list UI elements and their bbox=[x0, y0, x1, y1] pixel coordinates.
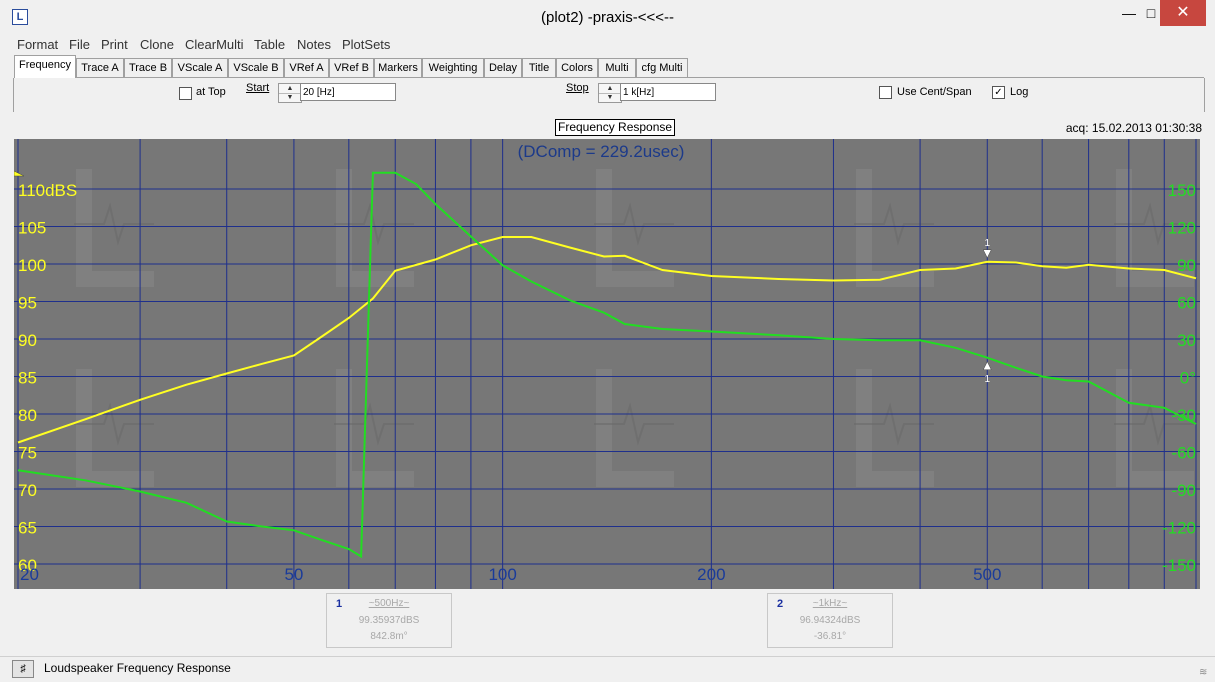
tab-trace-b[interactable]: Trace B bbox=[124, 58, 172, 77]
at-top-label: at Top bbox=[196, 86, 226, 98]
window-title: (plot2) -praxis-<<<-- bbox=[541, 9, 674, 26]
readout-level: 99.35937dBS bbox=[358, 615, 420, 626]
y-left-tick-label: 70 bbox=[18, 481, 37, 500]
y-right-tick-label: 150 bbox=[1168, 181, 1196, 200]
readout-phase: -36.81° bbox=[813, 631, 847, 642]
spin-down-icon[interactable]: ▼ bbox=[599, 93, 621, 102]
y-left-tick-label: 110dBS bbox=[18, 181, 77, 200]
log-checkbox[interactable]: ✓ bbox=[992, 86, 1005, 99]
y-right-tick-label: 120 bbox=[1168, 219, 1196, 238]
tab-vref-b[interactable]: VRef B bbox=[329, 58, 374, 77]
tab-frequency[interactable]: Frequency bbox=[14, 55, 76, 78]
marker-label: 1 bbox=[984, 238, 990, 249]
status-bar: ♯ Loudspeaker Frequency Response ≋ bbox=[0, 656, 1215, 682]
tab-vref-a[interactable]: VRef A bbox=[284, 58, 329, 77]
y-right-tick-label: -90 bbox=[1171, 481, 1196, 500]
plot-title: Frequency Response bbox=[555, 119, 676, 136]
tab-markers[interactable]: Markers bbox=[374, 58, 422, 77]
menu-table[interactable]: Table bbox=[254, 37, 285, 52]
readout-level: 96.94324dBS bbox=[799, 615, 861, 626]
start-label: Start bbox=[246, 82, 270, 94]
stop-spinner[interactable]: ▲ ▼ bbox=[598, 83, 622, 103]
tab-title[interactable]: Title bbox=[522, 58, 556, 77]
y-left-tick-label: 85 bbox=[18, 369, 37, 388]
status-text: Loudspeaker Frequency Response bbox=[44, 661, 231, 675]
use-cent-span-label: Use Cent/Span bbox=[897, 86, 972, 98]
start-spinner[interactable]: ▲ ▼ bbox=[278, 83, 302, 103]
tab-bar: Frequency Trace A Trace B VScale A VScal… bbox=[14, 55, 1204, 78]
marker-readout-1: 1 ~500Hz~ 99.35937dBS 842.8m° bbox=[326, 593, 452, 648]
marker-readout-2: 2 ~1kHz~ 96.94324dBS -36.81° bbox=[767, 593, 893, 648]
plot-canvas[interactable]: 11 110dBS1051009590858075706560150120906… bbox=[13, 139, 1200, 589]
close-button[interactable]: ✕ bbox=[1160, 0, 1206, 26]
x-tick-label: 20 bbox=[20, 565, 39, 584]
y-right-tick-label: 0° bbox=[1180, 369, 1196, 388]
readout-frequency[interactable]: ~500Hz~ bbox=[327, 598, 451, 609]
readout-frequency[interactable]: ~1kHz~ bbox=[768, 598, 892, 609]
y-right-tick-label: -150 bbox=[1162, 556, 1196, 575]
menu-print[interactable]: Print bbox=[101, 37, 128, 52]
y-right-tick-label: -60 bbox=[1171, 444, 1196, 463]
tab-vscale-b[interactable]: VScale B bbox=[228, 58, 284, 77]
frequency-response-plot[interactable]: 11 110dBS 105 100 95 90 85 80 75 70 65 60 150 120 90 6… bbox=[13, 139, 1200, 589]
start-frequency-input[interactable] bbox=[300, 83, 396, 101]
acquisition-timestamp: acq: 15.02.2013 01:30:38 bbox=[1065, 121, 1202, 135]
use-cent-span-checkbox[interactable] bbox=[879, 86, 892, 99]
log-label: Log bbox=[1010, 86, 1029, 98]
y-left-tick-label: 75 bbox=[18, 444, 37, 463]
menu-clone[interactable]: Clone bbox=[140, 37, 174, 52]
delay-compensation-label: (DComp = 229.2usec) bbox=[518, 142, 685, 161]
menu-notes[interactable]: Notes bbox=[297, 37, 331, 52]
y-right-tick-label: -30 bbox=[1171, 406, 1196, 425]
spin-down-icon[interactable]: ▼ bbox=[279, 93, 301, 102]
tab-colors[interactable]: Colors bbox=[556, 58, 598, 77]
menu-format[interactable]: Format bbox=[17, 37, 58, 52]
y-left-tick-label: 100 bbox=[18, 256, 46, 275]
y-right-tick-label: -120 bbox=[1162, 519, 1196, 538]
y-left-tick-label: 65 bbox=[18, 519, 37, 538]
menu-plotsets[interactable]: PlotSets bbox=[342, 37, 390, 52]
tab-trace-a[interactable]: Trace A bbox=[76, 58, 124, 77]
y-right-tick-label: 60 bbox=[1177, 294, 1196, 313]
menu-bar: Format File Print Clone ClearMulti Table… bbox=[0, 34, 1215, 54]
y-right-tick-label: 30 bbox=[1177, 331, 1196, 350]
at-top-checkbox[interactable] bbox=[179, 87, 192, 100]
y-left-tick-label: 80 bbox=[18, 406, 37, 425]
resize-grip-icon[interactable]: ≋ bbox=[1199, 667, 1211, 679]
x-tick-label: 100 bbox=[488, 565, 516, 584]
menu-clearmulti[interactable]: ClearMulti bbox=[185, 37, 244, 52]
y-right-tick-label: 90 bbox=[1177, 256, 1196, 275]
title-bar: L (plot2) -praxis-<<<-- — □ ✕ bbox=[0, 0, 1215, 34]
speaker-icon[interactable]: ♯ bbox=[12, 660, 34, 678]
tab-vscale-a[interactable]: VScale A bbox=[172, 58, 228, 77]
x-tick-label: 200 bbox=[697, 565, 725, 584]
tab-delay[interactable]: Delay bbox=[484, 58, 522, 77]
y-left-tick-label: 95 bbox=[18, 294, 37, 313]
marker-label: 1 bbox=[984, 374, 990, 385]
tab-cfg-multi[interactable]: cfg Multi bbox=[636, 58, 688, 77]
y-left-tick-label: 105 bbox=[18, 219, 46, 238]
x-tick-label: 50 bbox=[284, 565, 303, 584]
frequency-settings-panel: at Top Start ▲▼ Stop ▲▼ Use Cent/Span ✓ … bbox=[13, 78, 1205, 112]
readout-phase: 842.8m° bbox=[370, 631, 408, 642]
y-left-tick-label: 90 bbox=[18, 331, 37, 350]
tab-multi[interactable]: Multi bbox=[598, 58, 636, 77]
stop-label: Stop bbox=[566, 82, 589, 94]
menu-file[interactable]: File bbox=[69, 37, 90, 52]
tab-weighting[interactable]: Weighting bbox=[422, 58, 484, 77]
stop-frequency-input[interactable] bbox=[620, 83, 716, 101]
x-tick-label: 500 bbox=[973, 565, 1001, 584]
